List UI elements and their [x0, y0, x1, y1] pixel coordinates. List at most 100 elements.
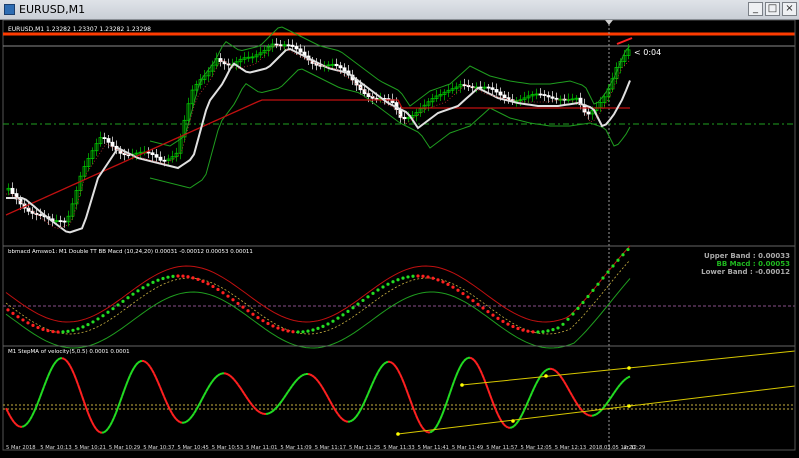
lower-band-value: Lower Band : -0.00012 [701, 268, 790, 276]
velocity-segment [184, 422, 186, 423]
velocity-segment [356, 414, 358, 417]
trendline-anchor[interactable] [511, 419, 515, 423]
velocity-segment [474, 360, 476, 362]
velocity-segment [106, 429, 108, 431]
velocity-segment [74, 374, 76, 379]
macd-mid-line [6, 260, 630, 334]
macd-dot [496, 317, 499, 320]
velocity-segment [370, 385, 372, 390]
macd-dot [481, 306, 484, 309]
velocity-segment [338, 414, 340, 417]
velocity-segment [440, 415, 442, 420]
macd-dot [251, 313, 254, 316]
velocity-segment [596, 413, 598, 414]
macd-dot [521, 328, 524, 331]
candle-body [279, 45, 282, 46]
chart-frame [3, 20, 795, 450]
macd-dot [261, 319, 264, 322]
time-axis-label: 5 Mar 2018 [6, 445, 36, 451]
macd-dot [306, 330, 309, 333]
velocity-segment [610, 396, 612, 399]
velocity-segment [42, 387, 44, 392]
macd-dot [551, 328, 554, 331]
velocity-segment [212, 379, 214, 382]
velocity-segment [310, 374, 312, 375]
velocity-segment [216, 375, 218, 377]
velocity-segment [34, 407, 36, 412]
chart-canvas[interactable]: EURUSD,M1 1.23282 1.23307 1.23282 1.2329… [0, 20, 799, 454]
velocity-segment [48, 372, 50, 377]
velocity-segment [554, 370, 556, 371]
velocity-segment [572, 395, 574, 398]
macd-dot [126, 296, 129, 299]
macd-dot [76, 327, 79, 330]
velocity-segment [626, 377, 628, 378]
velocity-segment [442, 410, 444, 415]
macd-dot [316, 327, 319, 330]
macd-dot [216, 288, 219, 291]
velocity-segment [240, 387, 242, 390]
velocity-segment [250, 402, 252, 405]
candle-body [295, 47, 298, 49]
macd-dot [401, 277, 404, 280]
velocity-segment [542, 372, 544, 374]
candle-body [363, 90, 366, 94]
macd-dot [196, 278, 199, 281]
chart-area[interactable]: EURUSD,M1 1.23282 1.23307 1.23282 1.2329… [0, 20, 799, 454]
stepma-velocity-pane[interactable]: M1 StepMA of velocity(5,0.5) 0.0001 0.00… [3, 349, 795, 436]
macd-dot [56, 330, 59, 333]
velocity-segment [214, 377, 216, 379]
trendline-anchor[interactable] [627, 366, 631, 370]
velocity-segment [90, 418, 92, 422]
close-button[interactable]: × [782, 2, 797, 16]
trendline-anchor[interactable] [396, 432, 400, 436]
velocity-segment [22, 426, 24, 427]
velocity-segment [246, 396, 248, 399]
macd-dot [381, 285, 384, 288]
velocity-segment [226, 374, 228, 375]
velocity-segment [502, 422, 504, 425]
main-price-pane[interactable]: EURUSD,M1 1.23282 1.23307 1.23282 1.2329… [3, 20, 795, 450]
velocity-segment [294, 381, 296, 383]
trendline-anchor[interactable] [627, 404, 631, 408]
macd-dot [151, 281, 154, 284]
macd-dot [421, 275, 424, 278]
velocity-segment [280, 401, 282, 404]
velocity-segment [136, 363, 138, 365]
velocity-segment [304, 374, 306, 375]
trendline-anchor[interactable] [460, 383, 464, 387]
candle-body [275, 44, 278, 45]
velocity-segment [234, 379, 236, 381]
macd-dot [621, 253, 624, 256]
velocity-segment [302, 375, 304, 376]
trendline-lower[interactable] [398, 386, 795, 434]
velocity-segment [364, 399, 366, 403]
velocity-segment [16, 424, 18, 426]
macd-dot [96, 317, 99, 320]
time-axis-label: ar 12:29 [623, 445, 645, 451]
velocity-segment [526, 402, 528, 407]
velocity-segment [54, 362, 56, 365]
velocity-segment [254, 407, 256, 409]
velocity-segment [368, 389, 370, 394]
minimize-button[interactable]: _ [748, 2, 763, 16]
velocity-segment [282, 398, 284, 401]
velocity-segment [150, 367, 152, 370]
velocity-segment [44, 381, 46, 386]
trendline-anchor[interactable] [544, 374, 548, 378]
macd-dot [406, 275, 409, 278]
bb-macd-pane[interactable]: bbmacd Amswo1: M1 Double TT BB Macd (10,… [3, 246, 795, 348]
velocity-segment [436, 424, 438, 427]
window-titlebar[interactable]: EURUSD,M1 _ □ × [0, 0, 799, 20]
velocity-segment [514, 424, 516, 426]
time-axis-label: 5 Mar 10:29 [109, 445, 140, 451]
velocity-segment [354, 417, 356, 419]
velocity-segment [40, 392, 42, 397]
candle-body [539, 94, 542, 95]
shift-marker-icon[interactable] [605, 20, 613, 25]
maximize-button[interactable]: □ [765, 2, 780, 16]
macd-dot [221, 291, 224, 294]
velocity-segment [140, 361, 142, 362]
velocity-segment [332, 405, 334, 408]
macd-dot [571, 312, 574, 315]
